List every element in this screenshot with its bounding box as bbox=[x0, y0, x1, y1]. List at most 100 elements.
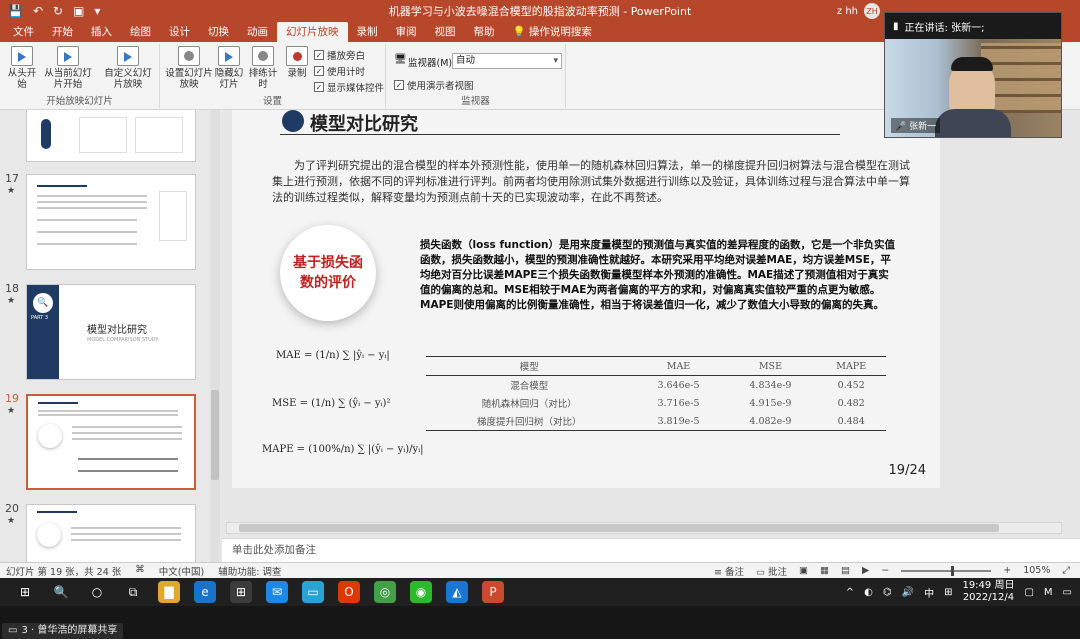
tab-insert[interactable]: 插入 bbox=[82, 22, 121, 42]
accessibility-status[interactable]: 辅助功能: 调查 bbox=[218, 564, 281, 578]
group-setup-label: 设置 bbox=[262, 96, 282, 107]
cortana-icon[interactable]: ○ bbox=[86, 581, 108, 603]
zoom-in-icon[interactable]: + bbox=[1003, 565, 1011, 576]
browser-icon[interactable]: ◎ bbox=[374, 581, 396, 603]
redo-icon[interactable]: ↻ bbox=[53, 4, 63, 18]
zoom-level[interactable]: 105% bbox=[1023, 565, 1050, 576]
tab-draw[interactable]: 绘图 bbox=[121, 22, 160, 42]
thumbnail-title: 模型对比研究 bbox=[87, 325, 147, 336]
slide-thumbnail-19[interactable] bbox=[26, 394, 196, 490]
zoom-slider[interactable] bbox=[901, 565, 992, 576]
tab-help[interactable]: 帮助 bbox=[465, 22, 504, 42]
slide-thumbnail-16[interactable] bbox=[26, 110, 196, 162]
mail-icon[interactable]: ✉ bbox=[266, 581, 288, 603]
ime-indicator[interactable]: 中 bbox=[924, 585, 934, 600]
undo-icon[interactable]: ↶ bbox=[33, 4, 43, 18]
slideshow-view-icon[interactable]: ▶ bbox=[862, 565, 869, 576]
thumbnails-scrollbar[interactable] bbox=[210, 110, 220, 562]
wechat-icon[interactable]: ◉ bbox=[410, 581, 432, 603]
bilibili-icon[interactable]: ▭ bbox=[302, 581, 324, 603]
slide-thumbnail-18[interactable]: 🔍 PART 3 模型对比研究 MODEL COMPARISON STUDY bbox=[26, 284, 196, 380]
title-underline bbox=[280, 134, 840, 135]
file-explorer-icon[interactable]: ▇ bbox=[158, 581, 180, 603]
tab-transitions[interactable]: 切换 bbox=[199, 22, 238, 42]
clock[interactable]: 19:49 周日 2022/12/4 bbox=[962, 580, 1014, 604]
custom-show-label: 自定义幻灯片放映 bbox=[104, 68, 152, 90]
search-icon[interactable]: 🔍 bbox=[50, 581, 72, 603]
qat-more-icon[interactable]: ▾ bbox=[94, 4, 100, 18]
speaker-video[interactable]: ▮ 正在讲话: 张新一; 🎤 张新一 bbox=[884, 12, 1062, 138]
tab-animations[interactable]: 动画 bbox=[238, 22, 277, 42]
monitor-select[interactable]: 自动 bbox=[452, 53, 562, 69]
presenter-view-checkbox[interactable]: ✓ 使用演示者视图 bbox=[394, 78, 474, 92]
user-avatar[interactable]: ZH bbox=[864, 3, 880, 19]
use-timings-checkbox[interactable]: ✓ 使用计时 bbox=[314, 64, 365, 78]
participant-name: 张新一 bbox=[909, 122, 937, 132]
edge-icon[interactable]: e bbox=[194, 581, 216, 603]
network-icon[interactable]: ⌬ bbox=[883, 587, 892, 598]
slide-thumbnail-20[interactable] bbox=[26, 504, 196, 562]
notes-pane[interactable]: 单击此处添加备注 bbox=[222, 538, 1080, 562]
table-row: 混合模型 3.646e-5 4.834e-9 0.452 bbox=[426, 376, 886, 395]
zoom-slider-thumb[interactable] bbox=[951, 565, 955, 576]
sorter-view-icon[interactable]: ▦ bbox=[820, 565, 829, 576]
table-header: 模型 bbox=[426, 356, 633, 376]
hide-slide-button[interactable]: 隐藏幻灯片 bbox=[214, 46, 244, 90]
current-slide[interactable]: 模型对比研究 为了评判研究提出的混合模型的样本外预测性能，使用单一的随机森林回归… bbox=[232, 110, 940, 488]
tab-design[interactable]: 设计 bbox=[160, 22, 199, 42]
notification-icon[interactable]: ▢ bbox=[1024, 587, 1033, 598]
editor-horizontal-scrollbar[interactable] bbox=[226, 522, 1062, 534]
normal-view-icon[interactable]: ▣ bbox=[799, 565, 808, 576]
mic-icon: 🎤 bbox=[895, 122, 907, 132]
play-narration-checkbox[interactable]: ✓ 播放旁白 bbox=[314, 48, 365, 62]
tab-tell-me[interactable]: 💡 操作说明搜索 bbox=[504, 22, 601, 42]
tray-app-icon[interactable]: ◐ bbox=[864, 587, 873, 598]
presentation-icon[interactable]: ▣ bbox=[73, 4, 84, 18]
user-name: z hh bbox=[836, 5, 858, 17]
windows-start-icon[interactable]: ⊞ bbox=[14, 581, 36, 603]
spellcheck-icon[interactable]: ⌘ bbox=[135, 564, 145, 578]
screen-share-label[interactable]: ▭ 3 · 曾华浩的屏幕共享 bbox=[2, 623, 124, 639]
fit-slide-icon[interactable]: ⤢ bbox=[1062, 565, 1070, 576]
volume-icon[interactable]: 🔊 bbox=[902, 587, 914, 598]
record-button[interactable]: 录制 bbox=[282, 46, 312, 79]
notes-toggle[interactable]: ≡ 备注 bbox=[714, 564, 744, 578]
custom-show-button[interactable]: 自定义幻灯片放映 bbox=[100, 46, 156, 90]
meeting-icon[interactable]: ◭ bbox=[446, 581, 468, 603]
speaking-text: 正在讲话: 张新一; bbox=[904, 22, 985, 34]
language-indicator[interactable]: 中文(中国) bbox=[159, 564, 204, 578]
rehearse-timings-button[interactable]: 排练计时 bbox=[246, 46, 280, 90]
tray-chevron-icon[interactable]: ^ bbox=[846, 587, 854, 598]
tab-review[interactable]: 审阅 bbox=[387, 22, 426, 42]
powerpoint-icon[interactable]: P bbox=[482, 581, 504, 603]
show-media-checkbox[interactable]: ✓ 显示媒体控件 bbox=[314, 80, 384, 94]
comments-toggle[interactable]: ▭ 批注 bbox=[756, 564, 787, 578]
loss-comparison-table: 模型 MAE MSE MAPE 混合模型 3.646e-5 4.834e-9 0… bbox=[426, 356, 886, 431]
lenovo-icon[interactable]: M bbox=[1044, 587, 1053, 598]
thumbnail-subtitle: MODEL COMPARISON STUDY bbox=[87, 337, 159, 343]
store-icon[interactable]: ⊞ bbox=[230, 581, 252, 603]
mae-formula: MAE = (1/n) ∑ |ŷᵢ − yᵢ| bbox=[276, 350, 390, 361]
task-view-icon[interactable]: ⧉ bbox=[122, 581, 144, 603]
from-current-button[interactable]: 从当前幻灯片开始 bbox=[42, 46, 94, 90]
ime-mode-icon[interactable]: ⊞ bbox=[944, 587, 952, 598]
tab-view[interactable]: 视图 bbox=[426, 22, 465, 42]
scrollbar-thumb[interactable] bbox=[211, 390, 219, 480]
from-beginning-button[interactable]: 从头开始 bbox=[4, 46, 40, 90]
save-icon[interactable]: 💾 bbox=[8, 4, 23, 18]
scrollbar-thumb[interactable] bbox=[239, 524, 999, 532]
play-current-icon bbox=[57, 46, 79, 66]
reading-view-icon[interactable]: ▤ bbox=[841, 565, 850, 576]
slide-thumbnail-17[interactable] bbox=[26, 174, 196, 270]
animation-star-icon: ★ bbox=[7, 186, 16, 196]
setup-show-button[interactable]: 设置幻灯片放映 bbox=[164, 46, 214, 90]
tab-slideshow[interactable]: 幻灯片放映 bbox=[277, 22, 348, 42]
animation-star-icon: ★ bbox=[7, 516, 16, 526]
tab-home[interactable]: 开始 bbox=[43, 22, 82, 42]
action-center-icon[interactable]: ▭ bbox=[1063, 587, 1072, 598]
tab-record[interactable]: 录制 bbox=[348, 22, 387, 42]
office-icon[interactable]: O bbox=[338, 581, 360, 603]
tab-file[interactable]: 文件 bbox=[4, 22, 43, 42]
table-cell: 混合模型 bbox=[510, 381, 549, 392]
zoom-out-icon[interactable]: − bbox=[881, 565, 889, 576]
